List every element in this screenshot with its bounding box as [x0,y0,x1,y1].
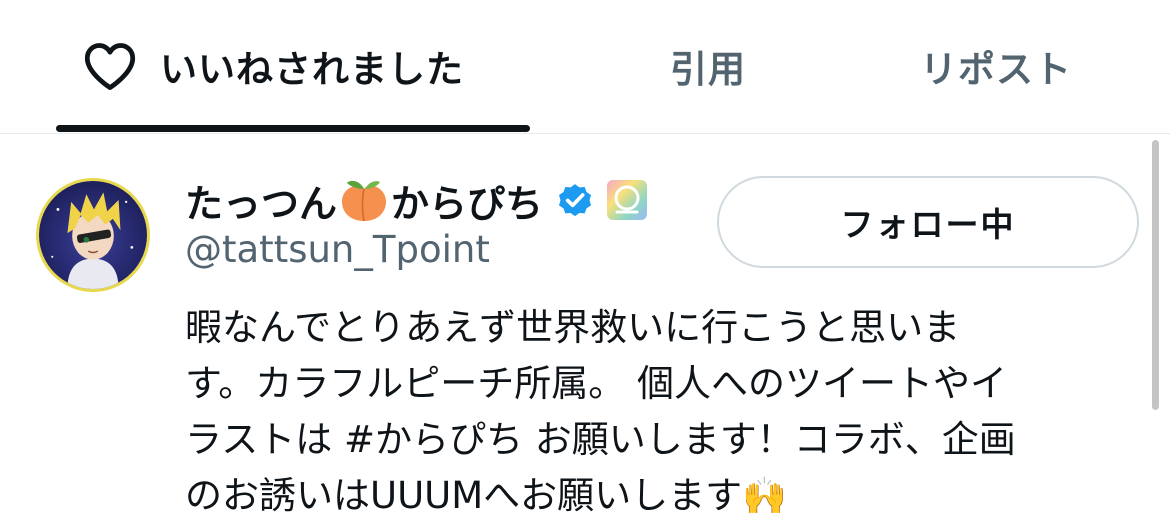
user-bio: 暇なんでとりあえず世界救いに行こうと思いま す。カラフルピーチ所属。 個人へのツ… [185,300,1145,525]
tab-quotes[interactable]: 引用 [670,36,746,96]
bio-line: 暇なんでとりあえず世界救いに行こうと思いま [185,306,961,349]
following-button-label: フォロー中 [840,205,1016,244]
display-name-part2: からぴち [391,181,544,226]
display-name-part1: たっつん [185,181,338,226]
heart-outline-icon [84,43,136,90]
tab-reposts[interactable]: リポスト [920,36,1072,96]
bio-line: ラストは #からぴち お願いします！コラボ、企画 [185,418,1016,461]
scrollbar[interactable] [1152,140,1159,410]
bio-line: す。カラフルピーチ所属。 個人へのツイートやイ [185,362,1008,405]
verified-badge-icon [559,184,592,217]
user-handle[interactable]: @tattsun_Tpoint [185,228,490,271]
tab-bar: いいねされました 引用 リポスト [0,0,1170,134]
avatar[interactable] [36,178,150,292]
peach-icon [342,180,387,222]
bio-line-last: のお誘いはUUUMへお願いします🙌 [185,468,1145,525]
following-button[interactable]: フォロー中 [717,176,1139,268]
tab-liked-by-label: いいねされました [160,48,464,91]
raised-hands-emoji: 🙌 [742,476,787,517]
affiliate-badge-icon [607,180,648,220]
tab-liked-by[interactable]: いいねされました [82,36,464,96]
bio-line-text: のお誘いはUUUMへお願いします [185,474,743,517]
active-tab-indicator [56,125,530,132]
display-name[interactable]: たっつん からぴち [185,172,649,228]
tab-reposts-label: リポスト [920,48,1072,91]
tab-quotes-label: 引用 [670,48,746,91]
